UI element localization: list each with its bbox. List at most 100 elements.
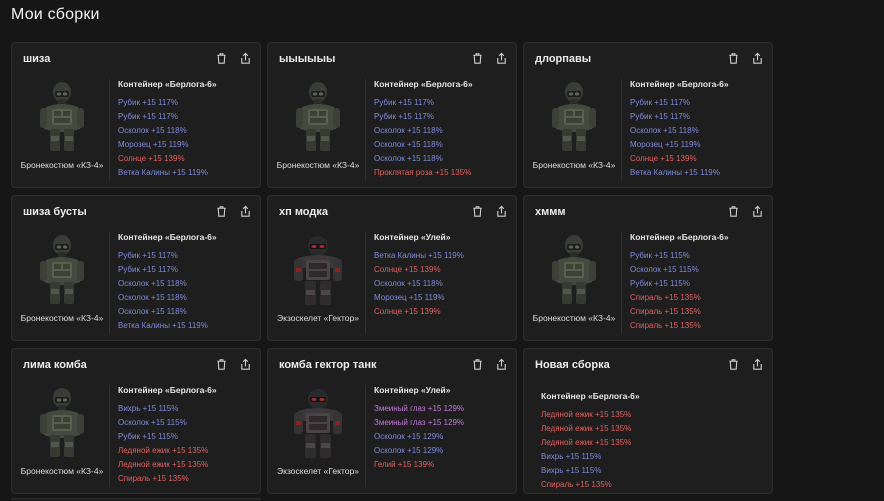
share-icon[interactable] — [238, 51, 252, 65]
artifact-item: Солнце +15 139% — [374, 307, 441, 316]
armor-name: Бронекостюм «КЗ-4» — [532, 160, 616, 170]
artifact-item: Спираль +15 135% — [630, 321, 701, 330]
divider — [621, 79, 622, 181]
armor-preview[interactable]: Бронекостюм «КЗ-4» — [530, 81, 618, 171]
armor-preview[interactable]: Бронекостюм «КЗ-4» — [18, 81, 106, 171]
share-icon[interactable] — [750, 51, 764, 65]
artifact-item: Вихрь +15 115% — [541, 466, 602, 475]
artifact-item: Солнце +15 139% — [630, 154, 697, 163]
armor-preview[interactable]: Бронекостюм «КЗ-4» — [18, 387, 106, 477]
artifact-item: Рубик +15 115% — [630, 251, 690, 260]
artifact-list: Контейнер «Берлога-6» Вихрь +15 115% Оскол… — [118, 385, 254, 486]
build-card[interactable]: длорпавы Бронекостюм «КЗ-4» Контейнер «Бе… — [523, 42, 773, 188]
artifact-item: Солнце +15 139% — [374, 265, 441, 274]
artifact-item: Вихрь +15 115% — [118, 404, 179, 413]
artifact-item: Ледяной ежик +15 135% — [118, 460, 209, 469]
divider — [109, 79, 110, 181]
divider — [109, 385, 110, 487]
share-icon[interactable] — [750, 204, 764, 218]
build-card[interactable]: ыыыыыы Бронекостюм «КЗ-4» Контейнер «Берл… — [267, 42, 517, 188]
artifact-item: Рубик +15 117% — [374, 112, 434, 121]
container-name: Контейнер «Улей» — [374, 385, 451, 395]
armor-suit-image — [548, 234, 600, 308]
armor-suit-image — [36, 387, 88, 461]
build-title: шиза — [23, 53, 51, 65]
card-actions — [726, 357, 764, 371]
build-title: ыыыыыы — [279, 53, 336, 65]
build-card[interactable]: хммм Бронекостюм «КЗ-4» Контейнер «Берлог… — [523, 195, 773, 341]
armor-preview[interactable]: Экзоскелет «Гектор» — [274, 387, 362, 477]
share-icon[interactable] — [238, 204, 252, 218]
armor-name: Бронекостюм «КЗ-4» — [20, 466, 104, 476]
artifact-item: Морозец +15 119% — [374, 293, 445, 302]
page-title: Мои сборки — [11, 6, 100, 23]
container-name: Контейнер «Берлога-6» — [541, 391, 640, 401]
artifact-item: Гелий +15 139% — [374, 460, 435, 469]
artifact-item: Рубик +15 115% — [118, 432, 178, 441]
artifact-list: Контейнер «Улей» Змеиный глаз +15 129% Зме… — [374, 385, 510, 472]
share-icon[interactable] — [494, 51, 508, 65]
armor-preview[interactable]: Экзоскелет «Гектор» — [274, 234, 362, 324]
exoskeleton-image — [292, 234, 344, 308]
trash-icon[interactable] — [726, 51, 740, 65]
trash-icon[interactable] — [470, 357, 484, 371]
container-name: Контейнер «Берлога-6» — [118, 232, 217, 242]
artifact-list: Контейнер «Берлога-6» Рубик +15 117% Рубик… — [118, 232, 254, 333]
build-card[interactable]: хп модка Экзоскелет «Гектор» Контейнер «У… — [267, 195, 517, 341]
artifact-item: Рубик +15 117% — [118, 98, 178, 107]
build-title: длорпавы — [535, 53, 592, 65]
artifact-item: Спираль +15 135% — [541, 480, 612, 489]
artifact-item: Осколок +15 118% — [118, 307, 187, 316]
share-icon[interactable] — [750, 357, 764, 371]
trash-icon[interactable] — [726, 204, 740, 218]
builds-grid: шиза Бронекостюм «КЗ-4» Контейнер «Берлог… — [11, 42, 773, 494]
artifact-list: Контейнер «Улей» Ветка Калины +15 119% Сол… — [374, 232, 510, 319]
artifact-item: Ветка Калины +15 119% — [118, 168, 208, 177]
build-card[interactable]: комба гектор танк Экзоскелет «Гектор» Кон… — [267, 348, 517, 494]
artifact-item: Ледяной ежик +15 135% — [541, 410, 632, 419]
build-card[interactable]: лима комба Бронекостюм «КЗ-4» Контейнер «… — [11, 348, 261, 494]
container-name: Контейнер «Берлога-6» — [630, 79, 729, 89]
armor-name: Экзоскелет «Гектор» — [277, 466, 359, 476]
artifact-item: Спираль +15 135% — [630, 293, 701, 302]
share-icon[interactable] — [494, 204, 508, 218]
divider — [365, 79, 366, 181]
artifact-item: Ветка Калины +15 119% — [118, 321, 208, 330]
build-card[interactable]: шиза Бронекостюм «КЗ-4» Контейнер «Берлог… — [11, 42, 261, 188]
build-card[interactable]: шиза бусты Бронекостюм «КЗ-4» Контейнер «… — [11, 195, 261, 341]
build-card[interactable]: Новая сборка Контейнер «Берлога-6» Ледяной… — [523, 348, 773, 494]
artifact-item: Осколок +15 118% — [374, 279, 443, 288]
trash-icon[interactable] — [214, 51, 228, 65]
trash-icon[interactable] — [214, 204, 228, 218]
artifact-list: Контейнер «Берлога-6» Рубик +15 115% Оскол… — [630, 232, 766, 333]
trash-icon[interactable] — [470, 204, 484, 218]
artifact-item: Проклятая роза +15 135% — [374, 168, 472, 177]
card-actions — [726, 204, 764, 218]
armor-suit-image — [548, 81, 600, 155]
armor-name: Бронекостюм «КЗ-4» — [20, 160, 104, 170]
trash-icon[interactable] — [214, 357, 228, 371]
armor-preview[interactable]: Бронекостюм «КЗ-4» — [18, 234, 106, 324]
share-icon[interactable] — [238, 357, 252, 371]
artifact-item: Морозец +15 119% — [630, 140, 701, 149]
armor-name: Бронекостюм «КЗ-4» — [20, 313, 104, 323]
armor-suit-image — [292, 81, 344, 155]
artifact-item: Ветка Калины +15 119% — [374, 251, 464, 260]
artifact-list: Контейнер «Берлога-6» Рубик +15 117% Рубик… — [118, 79, 254, 180]
card-actions — [214, 204, 252, 218]
artifact-list: Контейнер «Берлога-6» Рубик +15 117% Рубик… — [630, 79, 766, 180]
divider — [365, 232, 366, 334]
artifact-item: Рубик +15 117% — [374, 98, 434, 107]
trash-icon[interactable] — [726, 357, 740, 371]
artifact-item: Рубик +15 117% — [118, 265, 178, 274]
share-icon[interactable] — [494, 357, 508, 371]
artifact-item: Солнце +15 139% — [118, 154, 185, 163]
artifact-item: Рубик +15 115% — [630, 279, 690, 288]
artifact-item: Ледяной ежик +15 135% — [541, 424, 632, 433]
armor-name: Бронекостюм «КЗ-4» — [276, 160, 360, 170]
trash-icon[interactable] — [470, 51, 484, 65]
armor-preview[interactable]: Бронекостюм «КЗ-4» — [530, 234, 618, 324]
armor-preview[interactable]: Бронекостюм «КЗ-4» — [274, 81, 362, 171]
card-actions — [470, 51, 508, 65]
container-name: Контейнер «Берлога-6» — [374, 79, 473, 89]
